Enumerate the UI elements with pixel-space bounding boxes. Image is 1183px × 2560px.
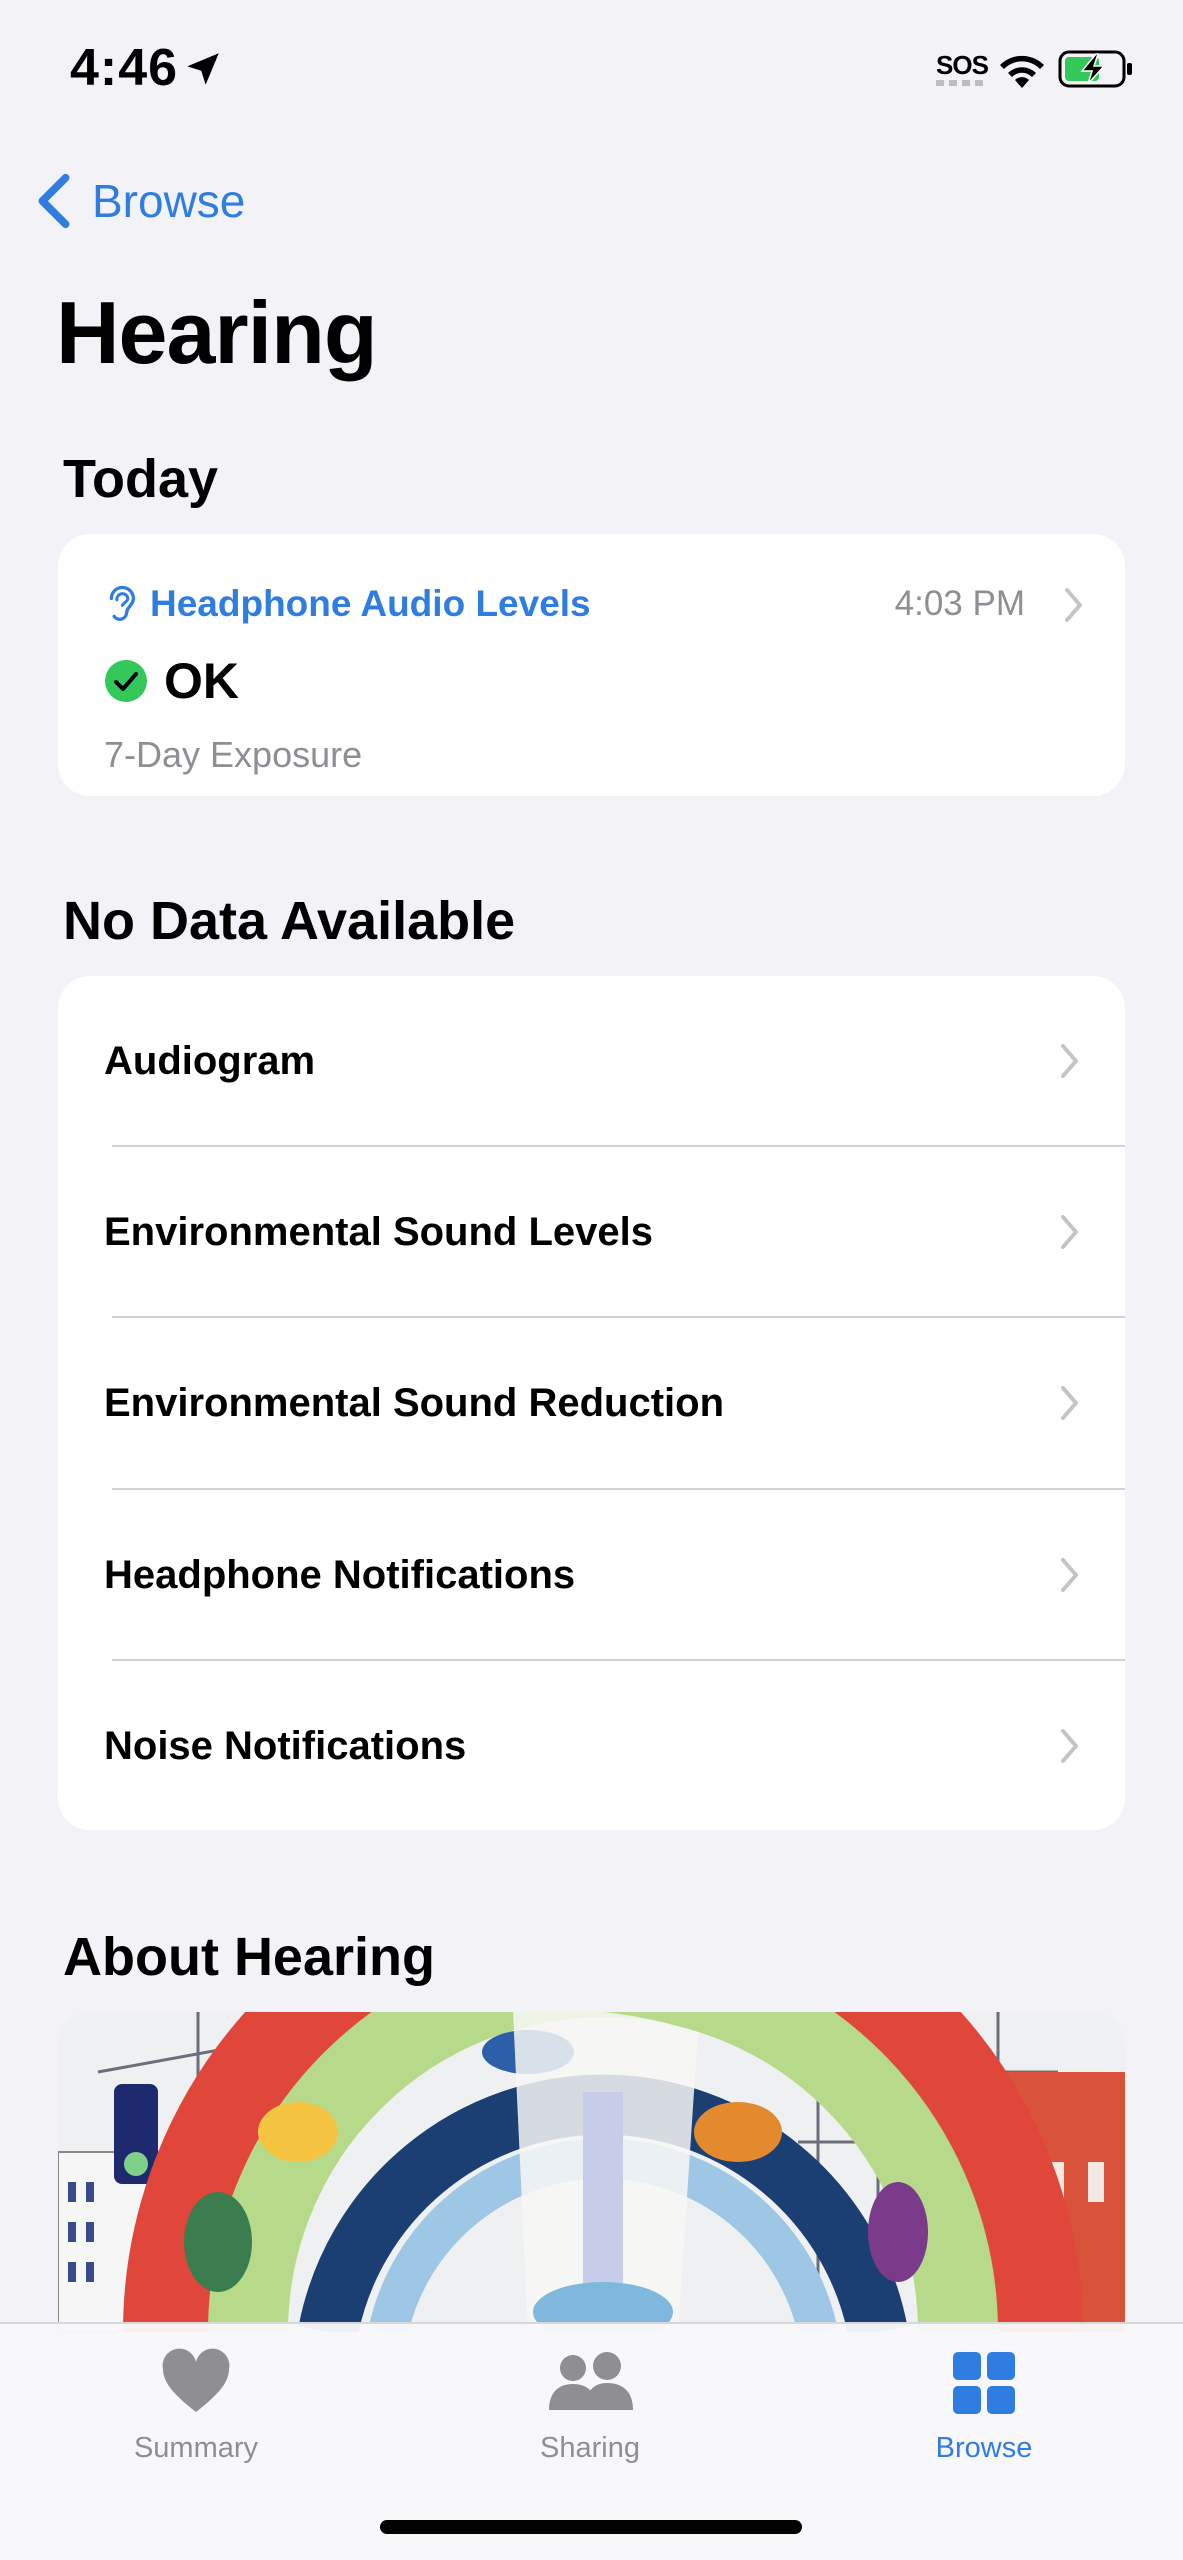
headphone-audio-card[interactable]: Headphone Audio Levels 4:03 PM OK 7-Day … bbox=[58, 534, 1125, 796]
about-hearing-illustration[interactable] bbox=[58, 2012, 1125, 2332]
tab-sharing[interactable]: Sharing bbox=[480, 2348, 700, 2465]
no-data-header: No Data Available bbox=[63, 891, 516, 951]
list-item-label: Headphone Notifications bbox=[104, 1552, 576, 1597]
list-item-label: Audiogram bbox=[104, 1039, 316, 1084]
today-header: Today bbox=[63, 449, 219, 509]
chevron-right-icon bbox=[1061, 1044, 1078, 1078]
back-button[interactable]: Browse bbox=[34, 168, 245, 234]
status-text: OK bbox=[164, 653, 239, 709]
status-row: OK bbox=[104, 652, 239, 710]
tab-label: Sharing bbox=[540, 2432, 640, 2464]
grid-icon bbox=[953, 2352, 1015, 2414]
list-item-environmental-sound-reduction[interactable]: Environmental Sound Reduction bbox=[58, 1318, 1125, 1490]
no-data-list: Audiogram Environmental Sound Levels Env… bbox=[58, 976, 1125, 1830]
wifi-icon bbox=[1000, 55, 1044, 88]
page-title: Hearing bbox=[56, 283, 378, 382]
status-bar: 4:46 SOS bbox=[0, 0, 1183, 140]
chevron-right-icon bbox=[1061, 1215, 1078, 1250]
list-item-environmental-sound-levels[interactable]: Environmental Sound Levels bbox=[58, 1147, 1125, 1319]
list-item-label: Environmental Sound Reduction bbox=[104, 1381, 725, 1426]
back-label: Browse bbox=[92, 175, 246, 227]
status-time: 4:46 bbox=[70, 39, 179, 97]
list-item-audiogram[interactable]: Audiogram bbox=[58, 976, 1125, 1148]
card-header: Headphone Audio Levels 4:03 PM bbox=[104, 578, 1085, 630]
tab-browse[interactable]: Browse bbox=[874, 2348, 1094, 2465]
tab-label: Browse bbox=[935, 2432, 1033, 2464]
location-arrow-icon bbox=[187, 53, 219, 85]
list-item-label: Environmental Sound Levels bbox=[104, 1210, 654, 1255]
list-item-label: Noise Notifications bbox=[104, 1723, 467, 1768]
battery-charging-icon bbox=[1058, 50, 1132, 88]
chevron-right-icon bbox=[1061, 1557, 1078, 1592]
card-subtitle: 7-Day Exposure bbox=[104, 734, 363, 775]
chevron-right-icon bbox=[1065, 588, 1082, 622]
hearing-screen: 4:46 SOS Browse Hearing Today Headphone … bbox=[0, 0, 1183, 2560]
about-header: About Hearing bbox=[63, 1927, 435, 1987]
chevron-right-icon bbox=[1061, 1386, 1078, 1421]
sos-indicator: SOS bbox=[936, 50, 989, 80]
card-title: Headphone Audio Levels bbox=[150, 583, 591, 624]
list-item-headphone-notifications[interactable]: Headphone Notifications bbox=[58, 1490, 1125, 1661]
home-indicator[interactable] bbox=[380, 2520, 802, 2534]
chevron-left-icon bbox=[38, 173, 70, 229]
chevron-right-icon bbox=[1061, 1728, 1078, 1763]
list-item-noise-notifications[interactable]: Noise Notifications bbox=[58, 1661, 1125, 1830]
signal-dots-icon bbox=[936, 80, 984, 86]
ear-icon bbox=[109, 585, 136, 621]
card-time: 4:03 PM bbox=[894, 584, 1025, 623]
headphones-city-illustration bbox=[58, 2012, 1125, 2332]
heart-icon bbox=[162, 2348, 230, 2412]
tab-summary[interactable]: Summary bbox=[86, 2348, 306, 2465]
people-icon bbox=[549, 2352, 633, 2410]
checkmark-circle-icon bbox=[105, 660, 147, 702]
tab-label: Summary bbox=[133, 2432, 259, 2464]
